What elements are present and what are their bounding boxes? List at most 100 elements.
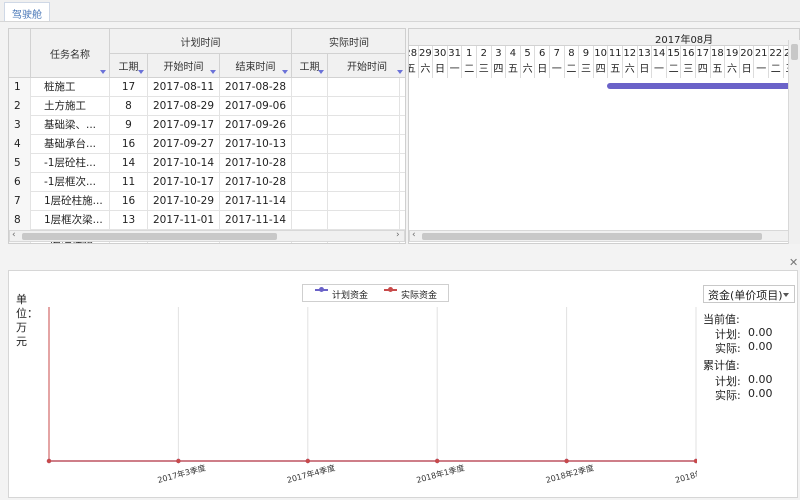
table-row[interactable]: 8 1层框次梁... 13 2017-11-01 2017-11-14 xyxy=(9,211,405,230)
tab-bar: 驾驶舱 xyxy=(0,0,800,22)
table-row[interactable]: 6 -1层框次... 11 2017-10-17 2017-10-28 xyxy=(9,173,405,192)
filter-arrow-icon[interactable] xyxy=(282,70,288,74)
cum-actual-label: 实际: xyxy=(715,389,741,402)
gantt-vertical-scrollbar[interactable] xyxy=(788,40,800,244)
actual-duration-cell xyxy=(292,154,328,173)
fund-type-select[interactable]: 资金(单价项目) xyxy=(703,285,795,303)
end-date-cell: 2017-10-13 xyxy=(220,135,292,154)
gantt-day-cell: 9 xyxy=(579,46,594,62)
filter-arrow-icon[interactable] xyxy=(138,70,144,74)
task-name-cell: 1层框次梁... xyxy=(31,211,110,230)
gantt-weekday-cell: 六 xyxy=(725,62,740,78)
end-time-header[interactable]: 结束时间 xyxy=(220,54,292,78)
data-point[interactable] xyxy=(46,458,52,464)
end-date-cell: 2017-11-14 xyxy=(220,192,292,211)
gantt-horizontal-scrollbar[interactable]: ‹ xyxy=(409,230,789,242)
end-date-cell: 2017-10-28 xyxy=(220,173,292,192)
gantt-day-cell: 17 xyxy=(696,46,711,62)
legend-swatch-plan xyxy=(315,287,328,292)
start-date-cell: 2017-09-17 xyxy=(148,116,220,135)
gantt-day-cell: 16 xyxy=(681,46,696,62)
task-name-cell: 1层砼柱施... xyxy=(31,192,110,211)
scroll-left-icon[interactable]: ‹ xyxy=(412,230,416,240)
gantt-chart: 2017年08月 2829303112345678910111213141516… xyxy=(408,28,800,244)
table-row[interactable]: 7 1层砼柱施... 16 2017-10-29 2017-11-14 xyxy=(9,192,405,211)
legend-swatch-actual xyxy=(384,287,397,292)
actual-duration-header[interactable]: 工期 xyxy=(292,54,328,78)
actual-start-cell xyxy=(328,116,400,135)
data-point[interactable] xyxy=(435,458,440,464)
close-icon[interactable]: ✕ xyxy=(789,256,798,269)
gantt-weekday-cell: 日 xyxy=(638,62,653,78)
actual-duration-cell xyxy=(292,192,328,211)
filter-arrow-icon[interactable] xyxy=(318,70,324,74)
actual-duration-cell xyxy=(292,135,328,154)
scroll-thumb[interactable] xyxy=(791,44,798,60)
gantt-day-cell: 14 xyxy=(652,46,667,62)
task-name-cell: 基础梁、... xyxy=(31,116,110,135)
filter-arrow-icon[interactable] xyxy=(100,70,106,74)
current-value-label: 当前值: xyxy=(703,313,740,326)
gantt-day-cell: 2 xyxy=(477,46,492,62)
actual-duration-cell xyxy=(292,78,328,97)
table-row[interactable]: 4 基础承台... 16 2017-09-27 2017-10-13 xyxy=(9,135,405,154)
data-point[interactable] xyxy=(176,458,181,464)
gantt-day-cell: 30 xyxy=(433,46,448,62)
gantt-weekday-cell: 二 xyxy=(565,62,580,78)
gantt-weekday-cell: 五 xyxy=(506,62,521,78)
cum-actual-value: 0.00 xyxy=(748,387,773,400)
filter-arrow-icon[interactable] xyxy=(210,70,216,74)
task-name-header[interactable]: 任务名称 xyxy=(31,29,110,78)
table-row[interactable]: 3 基础梁、... 9 2017-09-17 2017-09-26 xyxy=(9,116,405,135)
actual-start-header[interactable]: 开始时间 xyxy=(328,54,405,78)
chevron-down-icon[interactable] xyxy=(783,293,789,297)
actual-start-cell xyxy=(328,78,400,97)
chart-legend: 计划资金 实际资金 xyxy=(302,284,449,302)
cum-plan-value: 0.00 xyxy=(748,373,773,386)
row-number: 1 xyxy=(9,78,31,97)
row-number: 6 xyxy=(9,173,31,192)
table-row[interactable]: 5 -1层砼柱... 14 2017-10-14 2017-10-28 xyxy=(9,154,405,173)
filter-arrow-icon[interactable] xyxy=(397,70,403,74)
gantt-day-cell: 20 xyxy=(740,46,755,62)
gantt-weekday-cell: 五 xyxy=(409,62,419,78)
gantt-day-cell: 19 xyxy=(725,46,740,62)
table-row[interactable]: 2 土方施工 8 2017-08-29 2017-09-06 xyxy=(9,97,405,116)
duration-header[interactable]: 工期 xyxy=(110,54,148,78)
tab-cockpit[interactable]: 驾驶舱 xyxy=(4,2,50,21)
scroll-thumb[interactable] xyxy=(22,233,277,240)
gantt-weekday-cell: 四 xyxy=(492,62,507,78)
scroll-thumb[interactable] xyxy=(422,233,762,240)
gantt-weekday-cell: 四 xyxy=(696,62,711,78)
gantt-day-cell: 6 xyxy=(535,46,550,62)
gantt-day-cell: 1 xyxy=(462,46,477,62)
data-point[interactable] xyxy=(305,458,310,464)
actual-start-cell xyxy=(328,97,400,116)
data-point[interactable] xyxy=(564,458,569,464)
duration-cell: 13 xyxy=(110,211,148,230)
scroll-left-icon[interactable]: ‹ xyxy=(12,230,16,240)
gantt-day-cell: 22 xyxy=(769,46,784,62)
grid-horizontal-scrollbar[interactable]: ‹ › xyxy=(9,230,405,242)
gantt-task-bar[interactable] xyxy=(607,83,799,89)
task-name-cell: 桩施工 xyxy=(31,78,110,97)
x-tick-label: 2018年2季度 xyxy=(545,462,595,484)
start-date-cell: 2017-10-14 xyxy=(148,154,220,173)
gantt-weekday-cell: 三 xyxy=(477,62,492,78)
row-number: 3 xyxy=(9,116,31,135)
gantt-weekday-cell: 六 xyxy=(623,62,638,78)
data-point[interactable] xyxy=(693,458,697,464)
gantt-weekday-cell: 二 xyxy=(462,62,477,78)
start-time-header[interactable]: 开始时间 xyxy=(148,54,220,78)
start-date-cell: 2017-11-01 xyxy=(148,211,220,230)
cumulative-label: 累计值: xyxy=(703,359,740,372)
gantt-weekday-cell: 一 xyxy=(754,62,769,78)
actual-start-cell xyxy=(328,192,400,211)
gantt-day-cell: 5 xyxy=(521,46,536,62)
duration-cell: 14 xyxy=(110,154,148,173)
x-tick-label: 2018年1季度 xyxy=(415,462,465,484)
gantt-day-cell: 4 xyxy=(506,46,521,62)
actual-duration-cell xyxy=(292,173,328,192)
table-row[interactable]: 1 桩施工 17 2017-08-11 2017-08-28 xyxy=(9,78,405,97)
scroll-right-icon[interactable]: › xyxy=(396,230,400,240)
